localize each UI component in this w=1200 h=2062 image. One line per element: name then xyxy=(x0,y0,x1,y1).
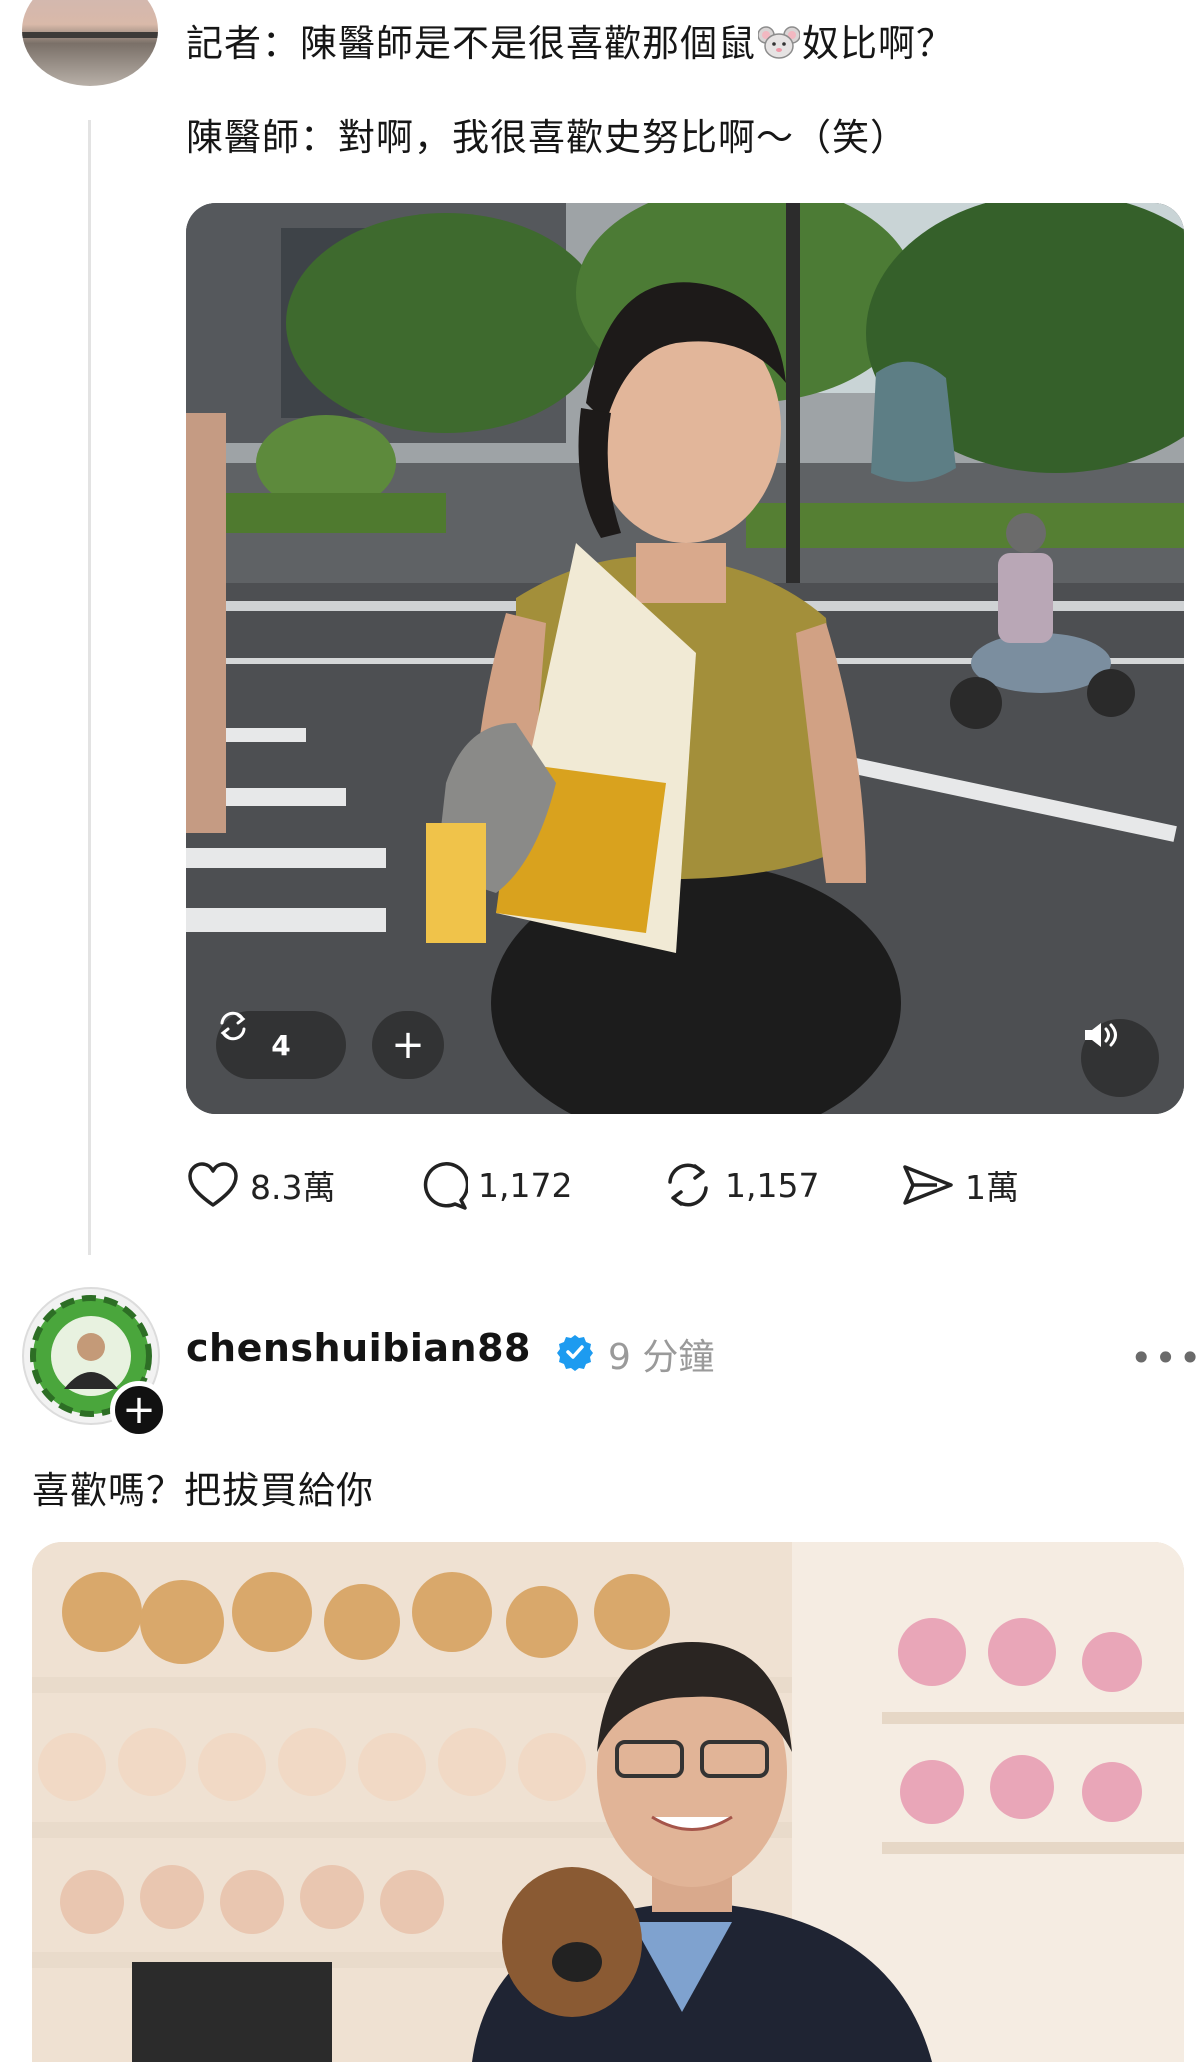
like-count: 8.3萬 xyxy=(250,1168,336,1207)
heart-icon xyxy=(188,1162,238,1207)
speaker-icon xyxy=(1085,1023,1117,1047)
repost-icon xyxy=(668,1163,708,1207)
repost-icon xyxy=(220,1011,246,1041)
verified-badge-icon xyxy=(557,1335,593,1371)
repost-button[interactable]: 1,157 xyxy=(661,1160,901,1210)
video-add-button[interactable]: + xyxy=(372,1011,444,1079)
post2-username[interactable]: chenshuibian88 xyxy=(186,1326,531,1370)
comment-count: 1,172 xyxy=(478,1165,573,1205)
post1-line1: 記者：陳醫師是不是很喜歡那個鼠 奴比啊？ xyxy=(186,18,954,70)
share-count: 1萬 xyxy=(965,1168,1019,1207)
post2-image[interactable] xyxy=(32,1542,1184,2062)
post1-line1-prefix: 記者：陳醫師是不是很喜歡那個鼠 xyxy=(186,22,756,65)
more-options-button[interactable]: ••• xyxy=(1130,1336,1200,1380)
share-button[interactable]: 1萬 xyxy=(901,1161,1019,1209)
plush-shop-illustration xyxy=(32,1542,1184,2062)
like-button[interactable]: 8.3萬 xyxy=(186,1161,416,1209)
video-repost-count-badge[interactable]: 4 xyxy=(216,1011,346,1079)
video-frame-illustration xyxy=(186,203,1184,1114)
comment-icon xyxy=(423,1162,468,1210)
comment-button[interactable]: 1,172 xyxy=(416,1160,661,1210)
post1-video[interactable]: 4 + xyxy=(186,203,1184,1114)
post2-caption: 喜歡嗎？把拔買給你 xyxy=(32,1469,374,1512)
mouse-face-emoji-icon xyxy=(757,22,801,59)
send-icon xyxy=(903,1165,953,1205)
thread-connector-line xyxy=(88,120,91,1255)
video-sound-toggle[interactable] xyxy=(1081,1019,1159,1097)
avatar-landscape xyxy=(22,32,158,38)
video-repost-count: 4 xyxy=(271,1028,291,1062)
post1-action-bar: 8.3萬 1,172 1,157 1萬 xyxy=(186,1160,1019,1210)
follow-button[interactable]: + xyxy=(110,1381,168,1439)
repost-count: 1,157 xyxy=(725,1165,820,1205)
post2-timestamp: 9 分鐘 xyxy=(608,1337,715,1378)
post1-line1-suffix: 奴比啊？ xyxy=(802,22,954,65)
post1-avatar[interactable] xyxy=(22,0,158,86)
post1-line2: 陳醫師：對啊，我很喜歡史努比啊～（笑） xyxy=(186,116,908,159)
